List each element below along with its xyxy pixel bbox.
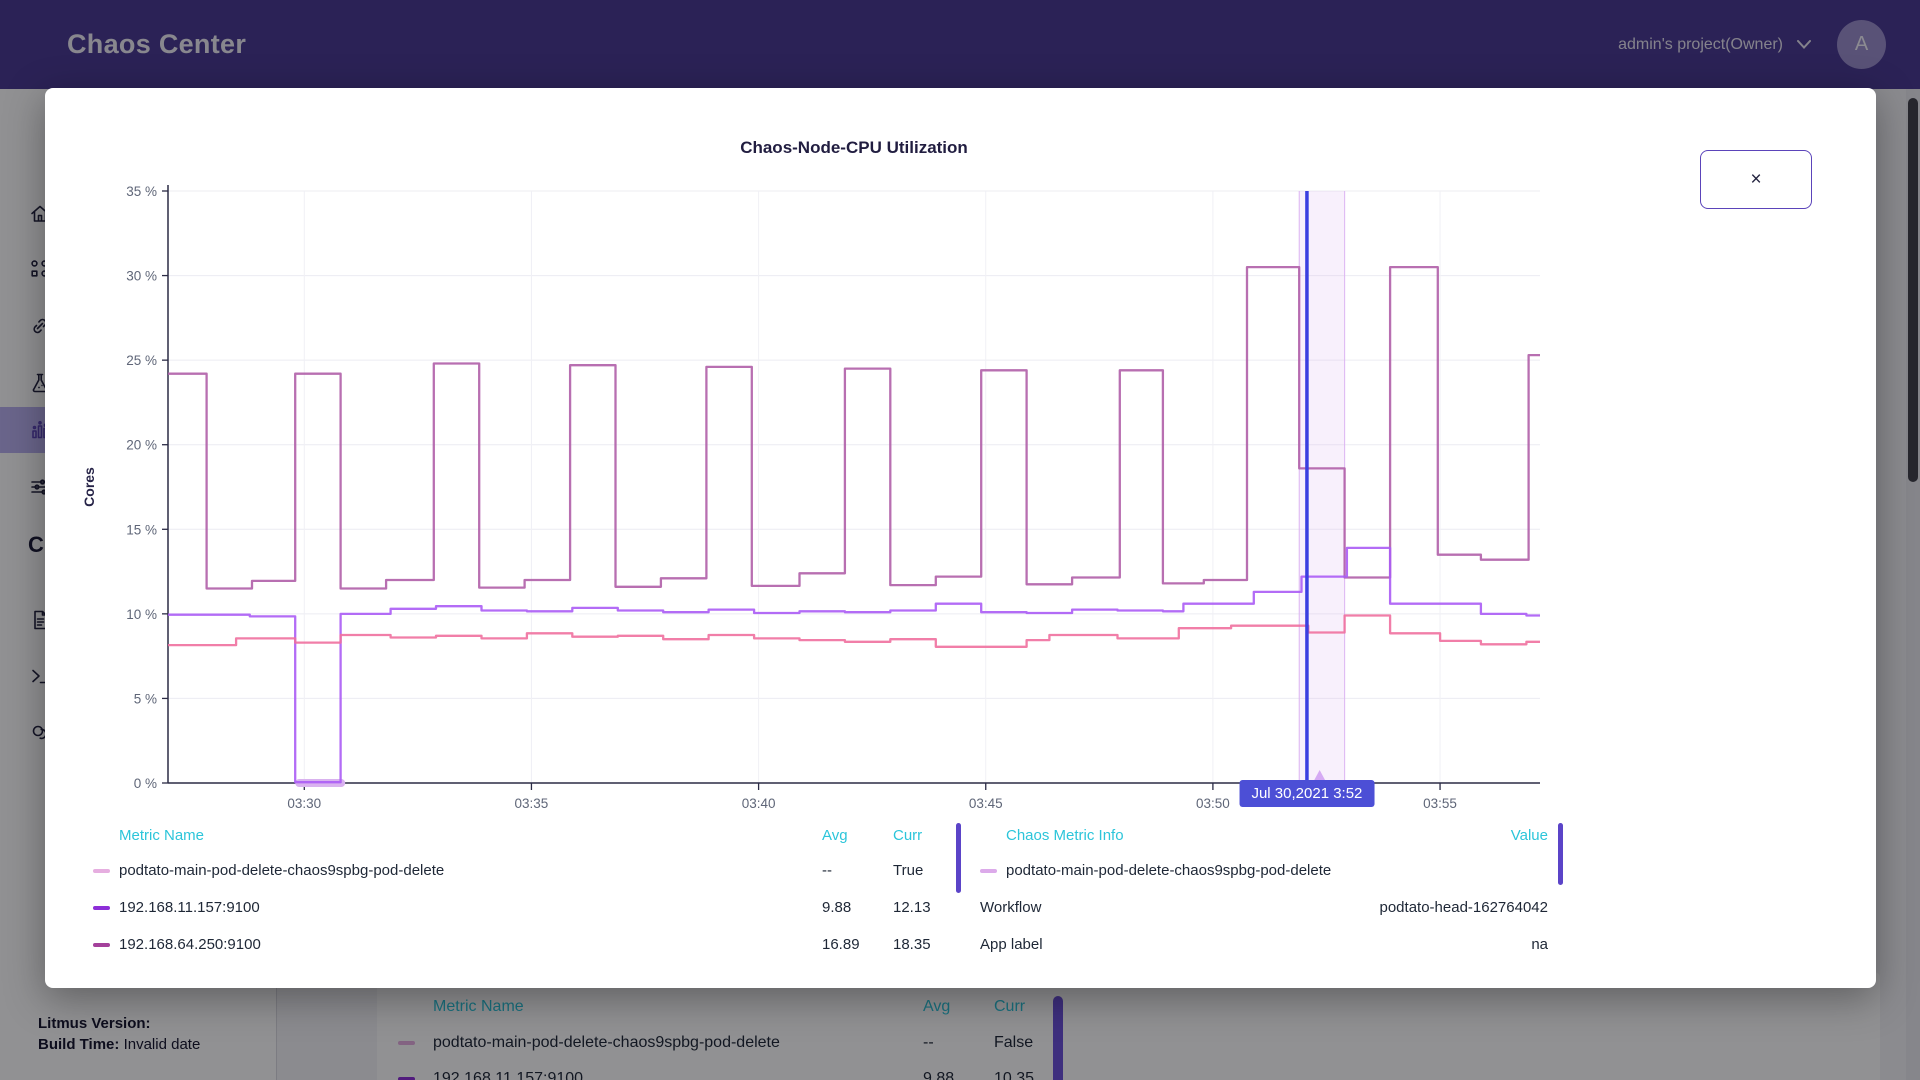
node-metrics-modal: Chaos-Node-CPU Utilization × 0 %5 %10 %1… [45, 88, 1876, 988]
metric-avg: 9.88 [822, 899, 893, 916]
legend-left-scrollbar[interactable] [956, 823, 961, 893]
x-tick-label: 03:50 [1196, 796, 1230, 811]
series-swatch [93, 869, 110, 873]
series-swatch [93, 943, 110, 947]
legend-header-row: Metric NameAvgCurr [93, 818, 953, 852]
chaos-info-row: Workflowpodtato-head-162764042 [980, 889, 1548, 926]
value-header: Value [1511, 827, 1548, 844]
x-tick-label: 03:40 [742, 796, 776, 811]
y-tick-label: 0 % [134, 776, 157, 791]
metric-legend-table: Metric NameAvgCurr podtato-main-pod-delet… [93, 818, 953, 963]
metric-name: podtato-main-pod-delete-chaos9spbg-pod-d… [119, 862, 822, 879]
metric-avg: -- [822, 862, 893, 879]
metric-curr: True [893, 862, 953, 879]
info-value: podtato-head-162764042 [1380, 899, 1549, 916]
legend-row[interactable]: 192.168.64.250:910016.8918.35 [93, 926, 953, 963]
chart-tooltip: Jul 30,2021 3:52 [1239, 780, 1374, 807]
info-value: na [1531, 936, 1548, 953]
y-tick-label: 15 % [126, 522, 157, 537]
chaos-metric-info-header: Chaos Metric Info [1006, 827, 1511, 844]
y-tick-label: 5 % [134, 691, 157, 706]
metric-curr: 12.13 [893, 899, 953, 916]
cpu-utilization-chart[interactable]: 0 % 5 % 10 % 15 % 20 % 25 % 30 % 35 % 03:30 03:35… [45, 88, 1876, 818]
y-axis-label: Cores [81, 467, 97, 507]
chaos-info-row: App labelna [980, 926, 1548, 963]
chaos-info-row: podtato-main-pod-delete-chaos9spbg-pod-d… [980, 852, 1548, 889]
curr-header: Curr [893, 827, 953, 844]
series-swatch [93, 906, 110, 910]
y-tick-label: 10 % [126, 607, 157, 622]
y-tick-label: 30 % [126, 269, 157, 284]
info-label: podtato-main-pod-delete-chaos9spbg-pod-d… [1006, 862, 1548, 879]
legend-right-scrollbar[interactable] [1558, 823, 1563, 885]
metric-name: 192.168.11.157:9100 [119, 899, 822, 916]
info-label: Workflow [980, 899, 1380, 916]
chaos-info-header-row: Chaos Metric InfoValue [980, 818, 1548, 852]
metric-name-header: Metric Name [119, 827, 822, 844]
metric-avg: 16.89 [822, 936, 893, 953]
x-tick-label: 03:30 [287, 796, 321, 811]
x-tick-label: 03:35 [515, 796, 549, 811]
x-tick-label: 03:55 [1423, 796, 1457, 811]
info-label: App label [980, 936, 1531, 953]
chaos-metric-info-table: Chaos Metric InfoValue podtato-main-pod-d… [980, 818, 1548, 963]
x-tick-label: 03:45 [969, 796, 1003, 811]
legend-row[interactable]: 192.168.11.157:91009.8812.13 [93, 889, 953, 926]
y-tick-label: 20 % [126, 438, 157, 453]
legend-row[interactable]: podtato-main-pod-delete-chaos9spbg-pod-d… [93, 852, 953, 889]
metric-curr: 18.35 [893, 936, 953, 953]
series-swatch [980, 869, 997, 873]
y-tick-label: 35 % [126, 184, 157, 199]
avg-header: Avg [822, 827, 893, 844]
screen: Chaos Center admin's project(Owner) A [0, 0, 1920, 1080]
metric-name: 192.168.64.250:9100 [119, 936, 822, 953]
y-tick-label: 25 % [126, 353, 157, 368]
